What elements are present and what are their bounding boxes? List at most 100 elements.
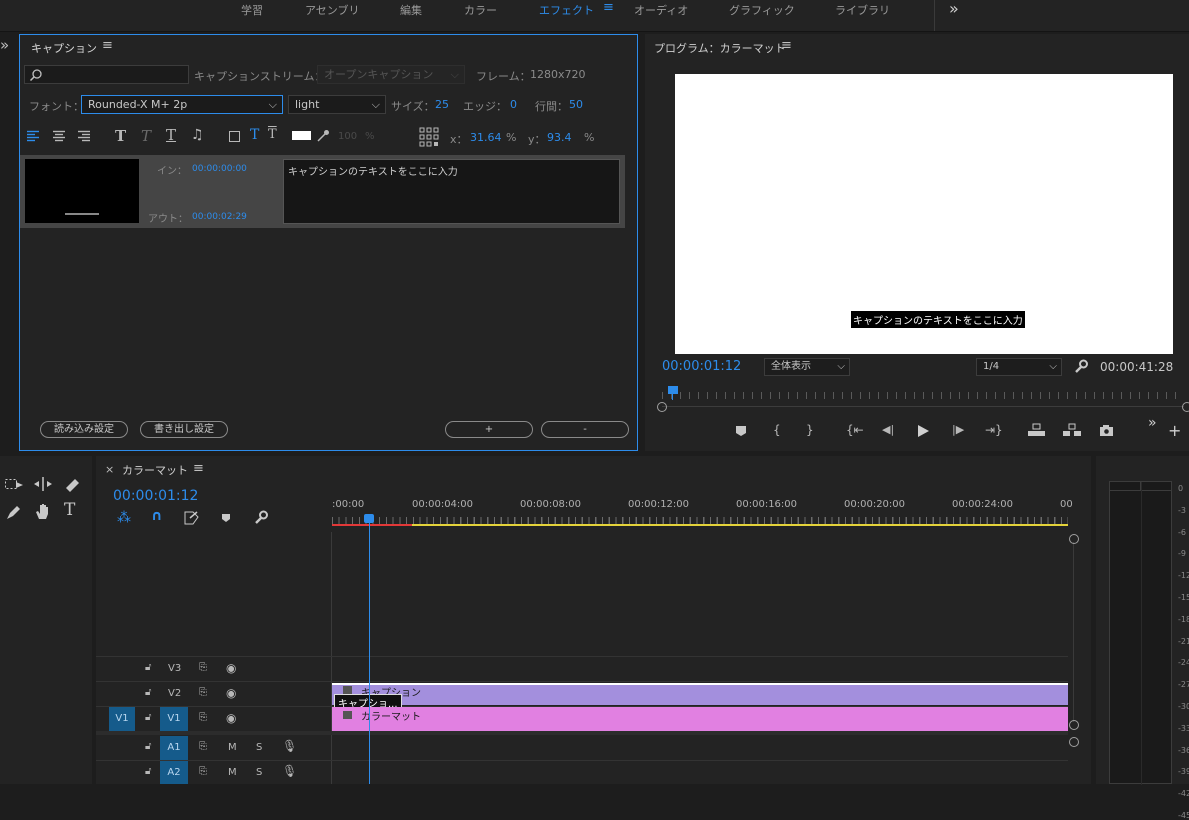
- position-grid-icon[interactable]: [419, 127, 439, 147]
- edge-value[interactable]: 0: [510, 98, 517, 111]
- align-left-icon[interactable]: [26, 130, 40, 143]
- vscroll-handle-top[interactable]: [1069, 534, 1079, 544]
- resolution-dropdown[interactable]: 1/4 ⌵: [976, 358, 1062, 376]
- razor-tool-icon[interactable]: [63, 476, 81, 492]
- fit-dropdown[interactable]: 全体表示 ⌵: [764, 358, 850, 376]
- font-dropdown[interactable]: Rounded-X M+ 2p ⌵: [81, 95, 283, 114]
- leading-value[interactable]: 50: [569, 98, 583, 111]
- align-center-icon[interactable]: [52, 130, 66, 143]
- camera-icon[interactable]: [1099, 424, 1114, 436]
- sync-lock-icon[interactable]: ⎘: [199, 712, 207, 723]
- workspace-tab-color[interactable]: カラー: [464, 2, 497, 18]
- microphone-icon[interactable]: 🎙︎: [282, 739, 297, 753]
- panel-menu-icon[interactable]: ≡: [193, 461, 204, 476]
- bold-icon[interactable]: T: [115, 127, 126, 145]
- vscroll-handle-bottom[interactable]: [1069, 720, 1079, 730]
- extract-icon[interactable]: [1062, 423, 1082, 437]
- remove-caption-button[interactable]: -: [541, 421, 629, 438]
- microphone-icon[interactable]: 🎙︎: [282, 764, 297, 778]
- add-marker-icon[interactable]: [735, 425, 747, 437]
- workspace-tab-effects[interactable]: エフェクト: [539, 2, 594, 18]
- zoom-handle-right[interactable]: [1182, 402, 1189, 412]
- out-timecode[interactable]: 00:00:02:29: [192, 212, 247, 222]
- export-settings-button[interactable]: 書き出し設定: [140, 421, 228, 438]
- lock-icon[interactable]: 🔓︎: [145, 662, 151, 673]
- zoom-handle-left[interactable]: [657, 402, 667, 412]
- in-timecode[interactable]: 00:00:00:00: [192, 164, 247, 174]
- sync-lock-icon[interactable]: ⎘: [199, 687, 207, 698]
- program-current-time[interactable]: 00:00:01:12: [662, 359, 741, 374]
- text-color-icon[interactable]: T: [250, 127, 259, 143]
- track-label-v2[interactable]: V2: [168, 688, 181, 699]
- program-playhead[interactable]: [668, 386, 678, 394]
- workspace-tab-audio[interactable]: オーディオ: [634, 2, 688, 18]
- text-background-icon[interactable]: T: [268, 127, 277, 142]
- lock-icon[interactable]: 🔓︎: [145, 687, 151, 698]
- italic-icon[interactable]: T: [141, 127, 151, 145]
- workspace-tab-libraries[interactable]: ライブラリ: [835, 2, 890, 18]
- track-label-a1[interactable]: A1: [160, 736, 188, 760]
- program-mini-ruler[interactable]: [662, 392, 1184, 399]
- size-value[interactable]: 25: [435, 98, 449, 111]
- align-right-icon[interactable]: [77, 130, 91, 143]
- lock-icon[interactable]: 🔓︎: [145, 741, 151, 752]
- snap-icon[interactable]: ∩: [151, 508, 162, 524]
- caption-search-input[interactable]: [24, 65, 189, 84]
- color-swatch[interactable]: [292, 131, 311, 140]
- close-sequence-icon[interactable]: ×: [105, 463, 114, 476]
- program-monitor-title[interactable]: プログラム：カラーマット: [654, 40, 786, 56]
- music-note-icon[interactable]: ♫: [191, 127, 204, 143]
- timeline-current-time[interactable]: 00:00:01:12: [113, 488, 198, 504]
- panel-menu-icon[interactable]: ≡: [781, 38, 792, 53]
- zoom-scrollbar[interactable]: [662, 406, 1184, 407]
- lock-icon[interactable]: 🔓︎: [145, 712, 151, 723]
- colormatte-clip[interactable]: カラーマット: [332, 707, 1068, 731]
- ripple-edit-tool-icon[interactable]: [33, 476, 53, 492]
- caption-panel-title[interactable]: キャプション: [31, 40, 97, 56]
- go-to-in-icon[interactable]: {⇤: [846, 423, 864, 437]
- button-editor-plus-icon[interactable]: +: [1168, 421, 1181, 440]
- caption-text-field[interactable]: キャプションのテキストをここに入力: [283, 159, 620, 224]
- caption-list-item[interactable]: イン： 00:00:00:00 アウト： 00:00:02:29 キャプションの…: [20, 155, 625, 228]
- workspace-tab-learn[interactable]: 学習: [241, 2, 263, 18]
- step-forward-icon[interactable]: |▶: [952, 423, 964, 436]
- pen-tool-icon[interactable]: [5, 503, 23, 521]
- hand-tool-icon[interactable]: [33, 502, 53, 520]
- type-tool-icon[interactable]: T: [64, 500, 75, 520]
- panel-overflow-icon[interactable]: »: [0, 36, 9, 54]
- underline-icon[interactable]: T: [166, 126, 176, 144]
- sync-lock-icon[interactable]: ⎘: [199, 766, 207, 777]
- stream-dropdown[interactable]: オープンキャプション ⌵: [317, 65, 465, 84]
- solo-button[interactable]: S: [256, 742, 262, 753]
- lock-icon[interactable]: 🔓︎: [145, 766, 151, 777]
- font-style-dropdown[interactable]: light ⌵: [288, 95, 386, 114]
- eyedropper-icon[interactable]: [316, 129, 330, 143]
- workspace-tab-graphics[interactable]: グラフィック: [729, 2, 795, 18]
- y-value[interactable]: 93.4: [547, 131, 572, 144]
- play-icon[interactable]: [917, 424, 930, 438]
- add-caption-button[interactable]: +: [445, 421, 533, 438]
- go-to-out-icon[interactable]: ⇥}: [985, 423, 1003, 437]
- nest-icon[interactable]: ⁂: [117, 510, 131, 526]
- timeline-playhead-line[interactable]: [369, 522, 370, 784]
- workspace-tab-editing[interactable]: 編集: [400, 2, 422, 18]
- selection-tool-icon[interactable]: [4, 476, 24, 492]
- eye-icon[interactable]: ◉: [226, 661, 236, 675]
- sync-lock-icon[interactable]: ⎘: [199, 662, 207, 673]
- mark-in-icon[interactable]: {: [773, 423, 781, 437]
- program-video-frame[interactable]: キャプションのテキストをここに入力: [675, 74, 1173, 354]
- x-value[interactable]: 31.64: [470, 131, 502, 144]
- add-marker-icon[interactable]: [221, 513, 231, 523]
- step-back-icon[interactable]: ◀|: [882, 423, 894, 436]
- eye-icon[interactable]: ◉: [226, 711, 236, 725]
- track-label-v1[interactable]: V1: [160, 707, 188, 731]
- mark-out-icon[interactable]: }: [806, 423, 814, 437]
- audio-vscroll-handle[interactable]: [1069, 737, 1079, 747]
- workspace-tab-assembly[interactable]: アセンブリ: [305, 2, 359, 18]
- lift-icon[interactable]: [1027, 423, 1046, 437]
- workspace-menu-icon[interactable]: ≡: [603, 0, 614, 15]
- sync-lock-icon[interactable]: ⎘: [199, 741, 207, 752]
- caption-clip[interactable]: キャプション キャプショ...: [332, 683, 1068, 711]
- mute-button[interactable]: M: [228, 767, 237, 778]
- timeline-vscroll[interactable]: [1073, 542, 1074, 722]
